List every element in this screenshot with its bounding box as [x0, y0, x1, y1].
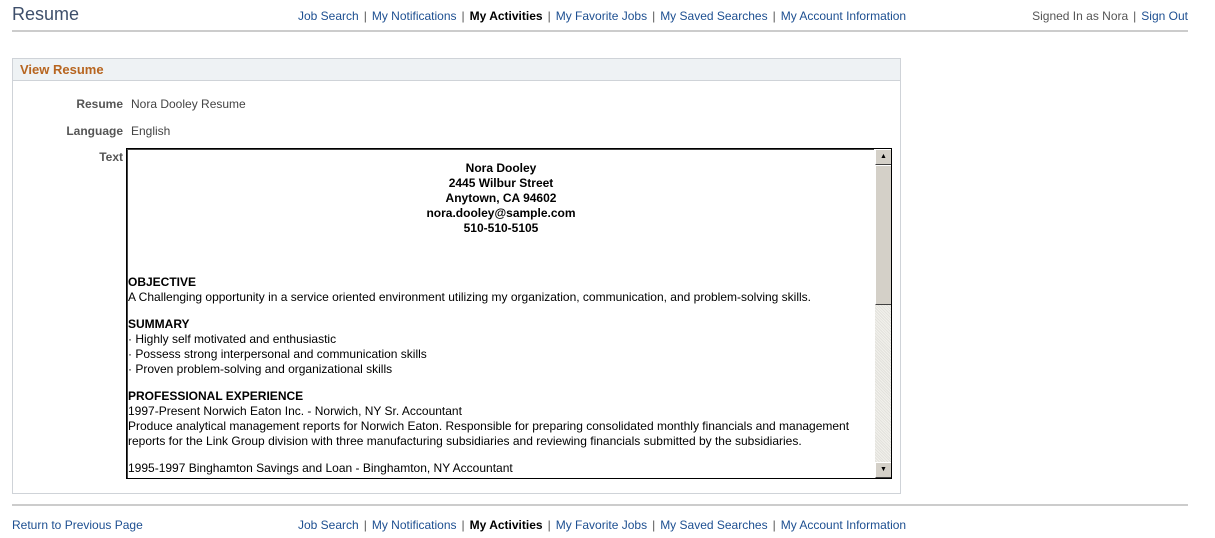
language-value: English [131, 124, 171, 138]
resume-value: Nora Dooley Resume [131, 97, 246, 111]
nav-separator: | [772, 518, 776, 532]
contact-phone: 510-510-5105 [463, 221, 539, 235]
nav-my-notifications[interactable]: My Notifications [372, 9, 457, 23]
language-label: Language [66, 124, 123, 138]
summary-line: · Possess strong interpersonal and commu… [128, 347, 427, 361]
page-title: Resume [12, 4, 80, 24]
nav-separator: | [363, 9, 367, 23]
experience-line: Produce analytical management reports fo… [128, 419, 850, 433]
section-title-summary: SUMMARY [128, 317, 190, 331]
signed-in-text: Signed In as Nora [1032, 9, 1129, 23]
nav-separator: | [461, 518, 465, 532]
resume-label: Resume [76, 97, 123, 111]
nav-separator: | [1133, 9, 1137, 23]
section-title-objective: OBJECTIVE [128, 275, 197, 289]
nav-my-saved-searches[interactable]: My Saved Searches [660, 518, 767, 532]
nav-my-favorite-jobs[interactable]: My Favorite Jobs [556, 9, 647, 23]
scroll-thumb[interactable] [875, 165, 891, 305]
nav-my-account-information[interactable]: My Account Information [781, 9, 906, 23]
view-resume-group: View Resume Resume Nora Dooley Resume La… [12, 58, 901, 494]
summary-line: · Proven problem-solving and organizatio… [128, 362, 393, 376]
nav-separator: | [652, 518, 656, 532]
nav-my-notifications[interactable]: My Notifications [372, 518, 457, 532]
top-nav: Job Search | My Notifications | My Activitie… [298, 9, 906, 23]
header-divider [12, 30, 1188, 32]
contact-block: Nora Dooley 2445 Wilbur Street Anytown, … [128, 149, 874, 236]
summary-line: · Highly self motivated and enthusiastic [128, 332, 337, 346]
nav-my-account-information[interactable]: My Account Information [781, 518, 906, 532]
vertical-scrollbar[interactable]: ▲ ▼ [874, 149, 891, 478]
experience-line: 1995-1997 Binghamton Savings and Loan - … [128, 461, 513, 475]
contact-name: Nora Dooley [465, 161, 537, 175]
experience-line: reports for the Link Group division with… [128, 434, 802, 448]
objective-line: A Challenging opportunity in a service o… [128, 290, 812, 304]
footer-divider [12, 504, 1188, 506]
nav-separator: | [461, 9, 465, 23]
arrow-down-icon: ▼ [880, 466, 887, 473]
nav-separator: | [547, 518, 551, 532]
nav-my-activities[interactable]: My Activities [470, 518, 543, 532]
nav-separator: | [652, 9, 656, 23]
section-title-experience: PROFESSIONAL EXPERIENCE [128, 389, 304, 403]
resume-text-content: Nora Dooley 2445 Wilbur Street Anytown, … [128, 149, 874, 476]
contact-email: nora.dooley@sample.com [426, 206, 576, 220]
nav-separator: | [363, 518, 367, 532]
return-to-previous-page-link[interactable]: Return to Previous Page [12, 518, 143, 532]
group-header: View Resume [13, 59, 900, 81]
contact-city: Anytown, CA 94602 [445, 191, 557, 205]
scroll-up-button[interactable]: ▲ [875, 149, 891, 165]
contact-street: 2445 Wilbur Street [448, 176, 554, 190]
sign-out-link[interactable]: Sign Out [1141, 9, 1188, 23]
nav-my-activities[interactable]: My Activities [470, 9, 543, 23]
nav-job-search[interactable]: Job Search [298, 9, 359, 23]
resume-text-area[interactable]: Nora Dooley 2445 Wilbur Street Anytown, … [126, 148, 892, 479]
nav-separator: | [772, 9, 776, 23]
nav-my-saved-searches[interactable]: My Saved Searches [660, 9, 767, 23]
group-title: View Resume [20, 62, 104, 77]
signin-area: Signed In as Nora | Sign Out [1032, 9, 1188, 23]
text-label: Text [99, 150, 123, 164]
nav-my-favorite-jobs[interactable]: My Favorite Jobs [556, 518, 647, 532]
experience-line: 1997-Present Norwich Eaton Inc. - Norwic… [128, 404, 462, 418]
scroll-down-button[interactable]: ▼ [875, 462, 891, 478]
bottom-nav: Job Search | My Notifications | My Activitie… [298, 518, 906, 532]
arrow-up-icon: ▲ [880, 153, 887, 160]
nav-job-search[interactable]: Job Search [298, 518, 359, 532]
nav-separator: | [547, 9, 551, 23]
